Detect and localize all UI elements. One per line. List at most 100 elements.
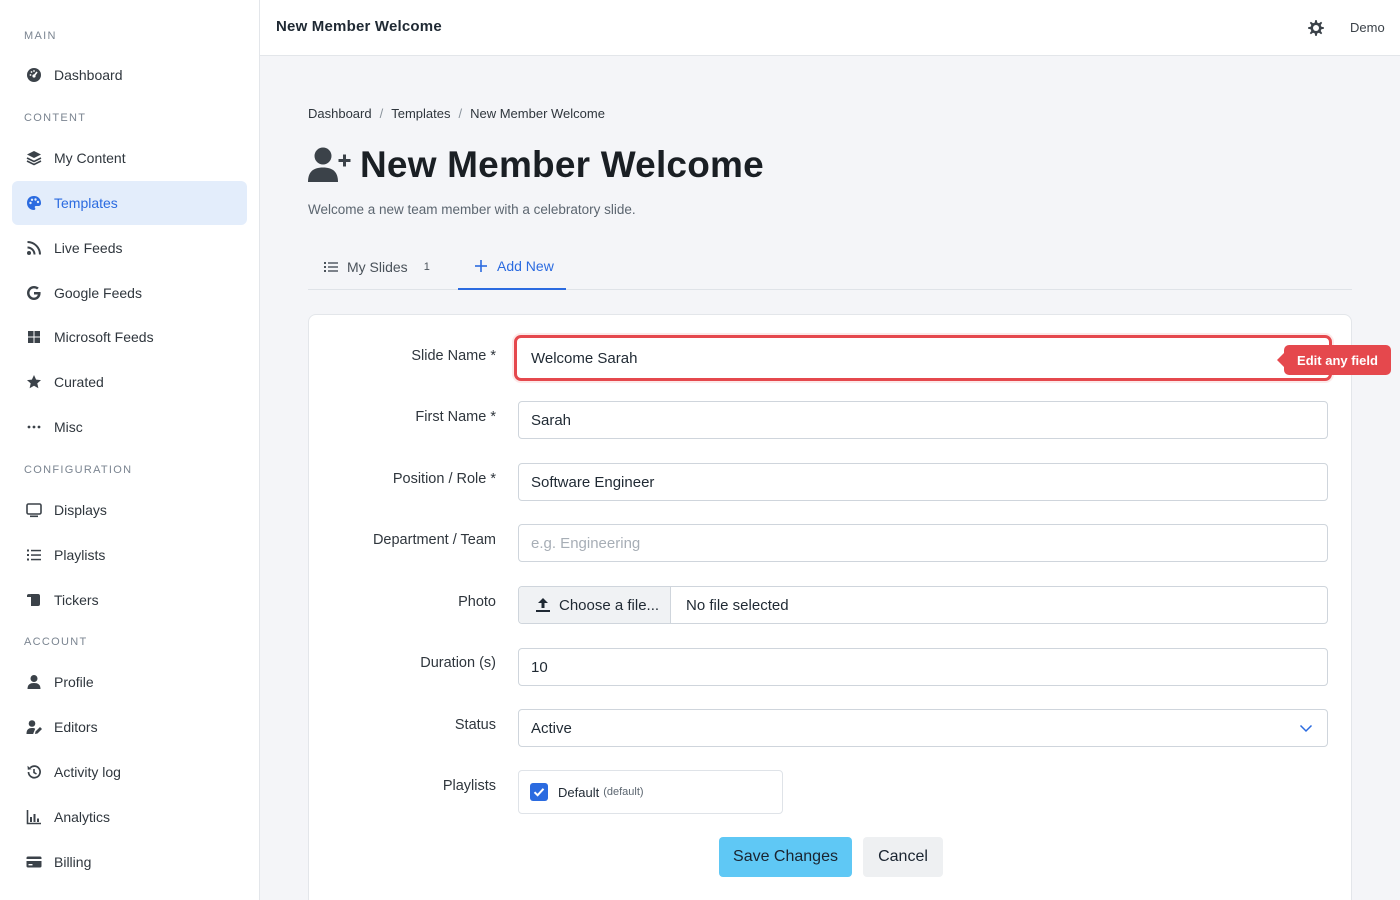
history-icon <box>26 764 42 780</box>
sidebar-item-misc[interactable]: Misc <box>12 405 247 449</box>
tab-add-new[interactable]: Add New <box>458 244 566 290</box>
ellipsis-icon <box>26 419 42 435</box>
sidebar-item-activity-log[interactable]: Activity log <box>12 750 247 794</box>
cancel-button[interactable]: Cancel <box>863 837 943 877</box>
sidebar-item-microsoft-feeds[interactable]: Microsoft Feeds <box>12 315 247 359</box>
tab-label: My Slides <box>347 259 408 275</box>
playlist-checkbox[interactable] <box>530 783 548 801</box>
sidebar-item-label: Curated <box>54 374 104 390</box>
playlists-label: Playlists <box>442 778 496 794</box>
sidebar-item-label: Activity log <box>54 764 121 780</box>
breadcrumb-dashboard[interactable]: Dashboard <box>308 106 372 121</box>
sidebar-item-curated[interactable]: Curated <box>12 360 247 404</box>
sidebar-item-label: My Content <box>54 150 126 166</box>
user-plus-icon <box>308 145 352 185</box>
gear-icon[interactable] <box>1306 18 1326 38</box>
sidebar-item-analytics[interactable]: Analytics <box>12 795 247 839</box>
slide-name-input[interactable]: Welcome Sarah <box>514 335 1332 381</box>
position-input[interactable]: Software Engineer <box>518 463 1328 501</box>
sidebar-item-billing[interactable]: Billing <box>12 840 247 884</box>
page-title: New Member Welcome <box>360 144 764 185</box>
sidebar-item-google-feeds[interactable]: Google Feeds <box>12 271 247 315</box>
list-icon <box>26 547 42 563</box>
sidebar-item-label: Tickers <box>54 592 99 608</box>
credit-card-icon <box>26 854 42 870</box>
header-title: New Member Welcome <box>276 18 442 35</box>
star-icon <box>26 374 42 390</box>
user-icon <box>26 674 42 690</box>
sidebar-section-content: CONTENT <box>24 112 87 124</box>
list-icon <box>324 260 338 274</box>
sidebar-item-label: Templates <box>54 195 118 211</box>
sidebar-item-live-feeds[interactable]: Live Feeds <box>12 226 247 270</box>
department-label: Department / Team <box>372 532 496 548</box>
page-subtitle: Welcome a new team member with a celebra… <box>308 202 636 217</box>
slide-count-badge: 1 <box>423 261 430 273</box>
duration-label: Duration (s) <box>420 655 496 671</box>
sidebar-item-my-content[interactable]: My Content <box>12 136 247 180</box>
photo-label: Photo <box>458 594 496 610</box>
breadcrumb-current: New Member Welcome <box>470 106 605 121</box>
first-name-label: First Name * <box>415 409 496 425</box>
tab-bar: My Slides 1 Add New <box>308 244 1352 290</box>
breadcrumb-templates[interactable]: Templates <box>391 106 450 121</box>
sidebar-item-label: Editors <box>54 719 98 735</box>
status-select[interactable]: Active <box>518 709 1328 747</box>
sidebar-section-main: MAIN <box>24 30 57 42</box>
page-header: New Member Welcome <box>308 144 764 186</box>
sidebar-item-label: Playlists <box>54 547 106 563</box>
user-menu[interactable]: Demo <box>1350 20 1385 35</box>
rss-icon <box>26 240 42 256</box>
scroll-icon <box>26 592 42 608</box>
google-icon <box>26 285 42 301</box>
sidebar-item-label: Profile <box>54 674 94 690</box>
layers-icon <box>26 150 42 166</box>
edit-hint-tooltip: Edit any field <box>1277 345 1391 375</box>
chevron-down-icon <box>1299 721 1313 735</box>
choose-file-button[interactable]: Choose a file... <box>519 587 671 623</box>
status-label: Status <box>454 717 496 733</box>
sidebar: MAIN Dashboard CONTENT My Content Templa… <box>0 0 260 900</box>
plus-icon <box>474 259 488 273</box>
sidebar-item-label: Analytics <box>54 809 111 825</box>
photo-file-input[interactable]: Choose a file... No file selected <box>518 586 1328 624</box>
sidebar-item-tickers[interactable]: Tickers <box>12 578 247 622</box>
playlist-default-tag: (default) <box>603 786 644 798</box>
duration-input[interactable]: 10 <box>518 648 1328 686</box>
sidebar-item-label: Live Feeds <box>54 240 123 256</box>
save-button[interactable]: Save Changes <box>719 837 852 877</box>
first-name-input[interactable]: Sarah <box>518 401 1328 439</box>
position-label: Position / Role * <box>392 471 496 487</box>
chart-icon <box>26 809 42 825</box>
sidebar-item-label: Dashboard <box>54 67 123 83</box>
sidebar-section-configuration: CONFIGURATION <box>24 464 133 476</box>
sidebar-item-label: Microsoft Feeds <box>54 329 154 345</box>
gauge-icon <box>26 67 42 83</box>
file-name-text: No file selected <box>686 596 789 614</box>
sidebar-item-playlists[interactable]: Playlists <box>12 533 247 577</box>
tab-label: Add New <box>497 258 554 274</box>
windows-icon <box>26 329 42 345</box>
sidebar-item-displays[interactable]: Displays <box>12 488 247 532</box>
monitor-icon <box>26 502 42 518</box>
sidebar-item-label: Displays <box>54 502 107 518</box>
playlist-name: Default <box>558 784 600 800</box>
sidebar-item-label: Misc <box>54 419 83 435</box>
sidebar-item-editors[interactable]: Editors <box>12 705 247 749</box>
sidebar-section-account: ACCOUNT <box>24 636 88 648</box>
choose-file-label: Choose a file... <box>559 596 660 614</box>
user-edit-icon <box>26 719 42 735</box>
breadcrumb: Dashboard / Templates / New Member Welcome <box>308 106 605 121</box>
sidebar-item-templates[interactable]: Templates <box>12 181 247 225</box>
slide-form: Slide Name * Welcome Sarah First Name * … <box>308 314 1352 900</box>
sidebar-item-profile[interactable]: Profile <box>12 660 247 704</box>
upload-icon <box>535 597 551 613</box>
playlist-option-default[interactable]: Default (default) <box>518 770 783 814</box>
topbar: New Member Welcome Demo <box>260 0 1400 56</box>
sidebar-item-dashboard[interactable]: Dashboard <box>12 53 247 97</box>
department-input[interactable]: e.g. Engineering <box>518 524 1328 562</box>
slide-name-label: Slide Name * <box>411 348 496 364</box>
tab-my-slides[interactable]: My Slides 1 <box>308 244 448 290</box>
sidebar-item-label: Billing <box>54 854 92 870</box>
palette-icon <box>26 195 42 211</box>
